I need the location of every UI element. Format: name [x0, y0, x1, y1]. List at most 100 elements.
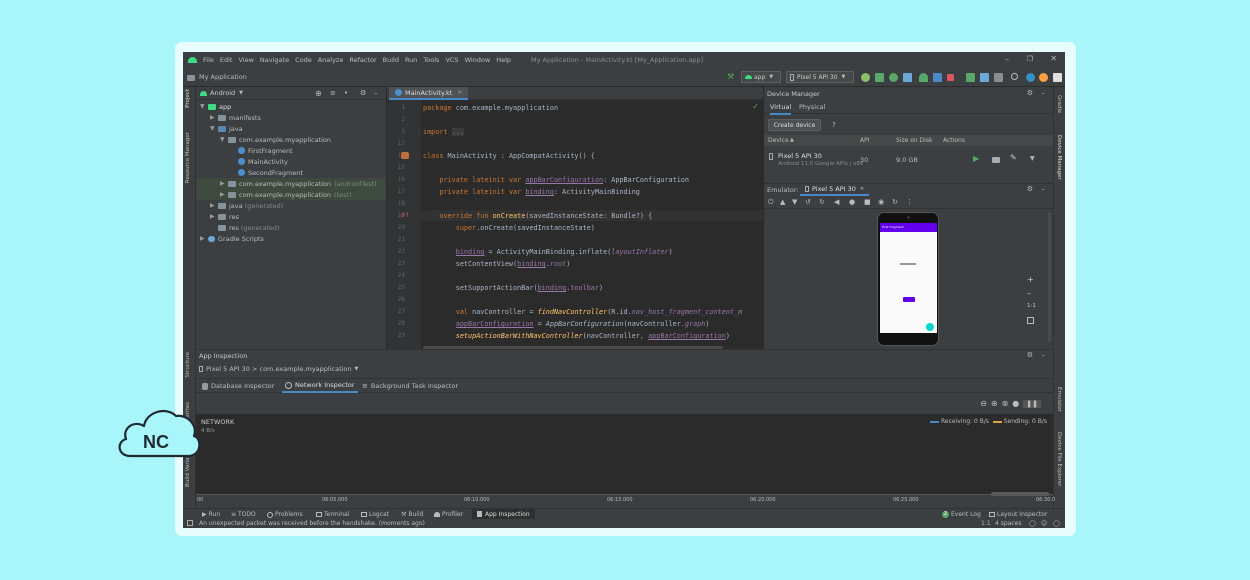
volume-up-icon[interactable]: ▲: [780, 198, 785, 206]
collapse-all-icon[interactable]: •: [344, 89, 348, 97]
launch-device-icon[interactable]: ▶: [973, 154, 979, 163]
column-actions[interactable]: Actions: [943, 137, 965, 144]
user-avatar-icon[interactable]: [1053, 73, 1062, 82]
emulator-tab[interactable]: Pixel 5 API 30 ✕: [800, 184, 870, 196]
tree-item-java-generated[interactable]: ▶ java (generated): [210, 200, 283, 211]
tree-item-java[interactable]: ▼ java: [210, 123, 243, 134]
tool-build[interactable]: ⚒ Build: [401, 511, 423, 518]
tool-layout-inspector[interactable]: Layout Inspector: [989, 511, 1047, 518]
device-select[interactable]: Pixel 5 API 30 ▼: [786, 71, 854, 83]
close-window-icon[interactable]: ✕: [1050, 54, 1057, 63]
lock-icon[interactable]: ◯: [1029, 520, 1036, 527]
device-file-explorer-tool-tab[interactable]: Device File Explorer: [1056, 432, 1062, 486]
volume-down-icon[interactable]: ▼: [792, 198, 797, 206]
more-actions-icon[interactable]: ▼: [1030, 155, 1035, 162]
tree-item-second-fragment[interactable]: SecondFragment: [238, 167, 303, 178]
tree-item-res[interactable]: ▶ res: [210, 211, 239, 222]
zoom-out-icon[interactable]: ⊖: [980, 399, 987, 408]
expand-all-icon[interactable]: ≡: [330, 89, 336, 97]
fit-screen-icon[interactable]: [1027, 317, 1034, 324]
menu-help[interactable]: Help: [496, 56, 511, 64]
settings-gear-icon[interactable]: ⚙: [1027, 185, 1033, 193]
menu-analyze[interactable]: Analyze: [318, 56, 344, 64]
menu-view[interactable]: View: [238, 56, 253, 64]
notifications-icon[interactable]: ◯: [1053, 520, 1060, 527]
column-api[interactable]: API: [860, 137, 870, 144]
rotate-right-icon[interactable]: ↻: [819, 198, 825, 206]
zoom-out-icon[interactable]: –: [1027, 289, 1039, 303]
attach-live-icon[interactable]: ●: [1012, 399, 1019, 408]
gradle-tool-tab[interactable]: Gradle: [1056, 95, 1062, 113]
menu-file[interactable]: File: [203, 56, 214, 64]
app-screen[interactable]: First Fragment: [880, 223, 937, 333]
attach-debugger-icon[interactable]: [903, 73, 912, 82]
pause-icon[interactable]: ❚❚: [1023, 399, 1041, 408]
project-view-selector[interactable]: Android: [210, 89, 235, 97]
edit-pencil-icon[interactable]: ✎: [1010, 153, 1017, 162]
tree-item-package[interactable]: ▼ com.example.myapplication: [220, 134, 331, 145]
reset-zoom-icon[interactable]: ⊗: [1002, 399, 1009, 408]
column-size[interactable]: Size on Disk: [896, 137, 933, 144]
tab-database-inspector[interactable]: Database Inspector: [202, 382, 274, 390]
run-gutter-icon[interactable]: [401, 152, 409, 159]
tree-item-first-fragment[interactable]: FirstFragment: [238, 145, 293, 156]
column-device[interactable]: Device: [768, 137, 789, 144]
refresh-icon[interactable]: [861, 73, 870, 82]
menu-vcs[interactable]: VCS: [445, 56, 458, 64]
close-tab-icon[interactable]: ✕: [457, 89, 462, 96]
run-app-icon[interactable]: [875, 73, 884, 82]
tool-event-log[interactable]: 2 Event Log: [942, 511, 981, 518]
update-icon[interactable]: [1026, 73, 1035, 82]
tree-item-test[interactable]: ▶ com.example.myapplication (test): [196, 189, 386, 200]
tab-network-inspector[interactable]: Network Inspector: [282, 379, 358, 393]
help-button[interactable]: ?: [832, 121, 836, 129]
structure-tool-tab[interactable]: Structure: [185, 352, 191, 378]
tree-item-gradle-scripts[interactable]: ▶ Gradle Scripts: [200, 233, 264, 244]
tree-item-main-activity[interactable]: MainActivity: [238, 156, 288, 167]
folder-icon[interactable]: [992, 157, 1000, 163]
tree-item-res-generated[interactable]: res (generated): [218, 222, 280, 233]
menu-run[interactable]: Run: [405, 56, 417, 64]
run-config-select[interactable]: app ▼: [741, 71, 781, 83]
tool-todo[interactable]: ≡ TODO: [231, 511, 256, 518]
indent-setting[interactable]: 4 spaces: [995, 520, 1021, 527]
zoom-in-icon[interactable]: ⊕: [991, 399, 998, 408]
create-device-button[interactable]: Create device: [768, 119, 821, 131]
apply-changes-icon[interactable]: [933, 73, 942, 82]
more-vertical-icon[interactable]: ⋮: [906, 198, 913, 206]
snapshot-icon[interactable]: ↻: [892, 198, 898, 206]
tab-background-task-inspector[interactable]: ≡ Background Task Inspector: [362, 382, 458, 390]
device-manager-tool-tab[interactable]: Device Manager: [1056, 135, 1062, 180]
menu-refactor[interactable]: Refactor: [349, 56, 376, 64]
menu-build[interactable]: Build: [383, 56, 399, 64]
hide-panel-icon[interactable]: –: [1042, 185, 1046, 193]
status-toggle-icon[interactable]: [187, 520, 193, 526]
tool-problems[interactable]: Problems: [267, 511, 303, 518]
override-gutter-icon[interactable]: o↑: [401, 212, 410, 219]
sdk-manager-icon[interactable]: [980, 73, 989, 82]
emulator-tool-tab[interactable]: Emulator: [1056, 387, 1062, 412]
layout-inspector-icon[interactable]: [994, 73, 1003, 82]
menu-code[interactable]: Code: [295, 56, 312, 64]
hide-panel-icon[interactable]: –: [374, 89, 378, 97]
menu-window[interactable]: Window: [465, 56, 491, 64]
settings-gear-icon[interactable]: [1039, 73, 1048, 82]
rotate-left-icon[interactable]: ↺: [805, 198, 811, 206]
emulator-scrollbar[interactable]: [1048, 212, 1051, 342]
resource-manager-tool-tab[interactable]: Resource Manager: [185, 132, 191, 183]
make-hammer-icon[interactable]: ⚒: [727, 72, 734, 81]
app-next-button[interactable]: [903, 297, 915, 302]
minimize-icon[interactable]: –: [1005, 55, 1009, 64]
zoom-in-icon[interactable]: +: [1027, 275, 1039, 289]
tool-logcat[interactable]: Logcat: [361, 511, 389, 518]
network-graph[interactable]: NETWORK 4 B/s Receiving: 0 B/s Sending: …: [196, 414, 1053, 494]
overview-icon[interactable]: ■: [864, 198, 871, 206]
tab-virtual[interactable]: Virtual: [770, 103, 792, 115]
restore-icon[interactable]: ❐: [1027, 55, 1033, 63]
tree-item-manifests[interactable]: ▶ manifests: [210, 112, 261, 123]
project-tool-tab[interactable]: Project: [185, 89, 191, 108]
power-icon[interactable]: ⏻: [768, 198, 774, 207]
avd-manager-icon[interactable]: [966, 73, 975, 82]
menu-tools[interactable]: Tools: [423, 56, 439, 64]
tool-terminal[interactable]: Terminal: [316, 511, 349, 518]
